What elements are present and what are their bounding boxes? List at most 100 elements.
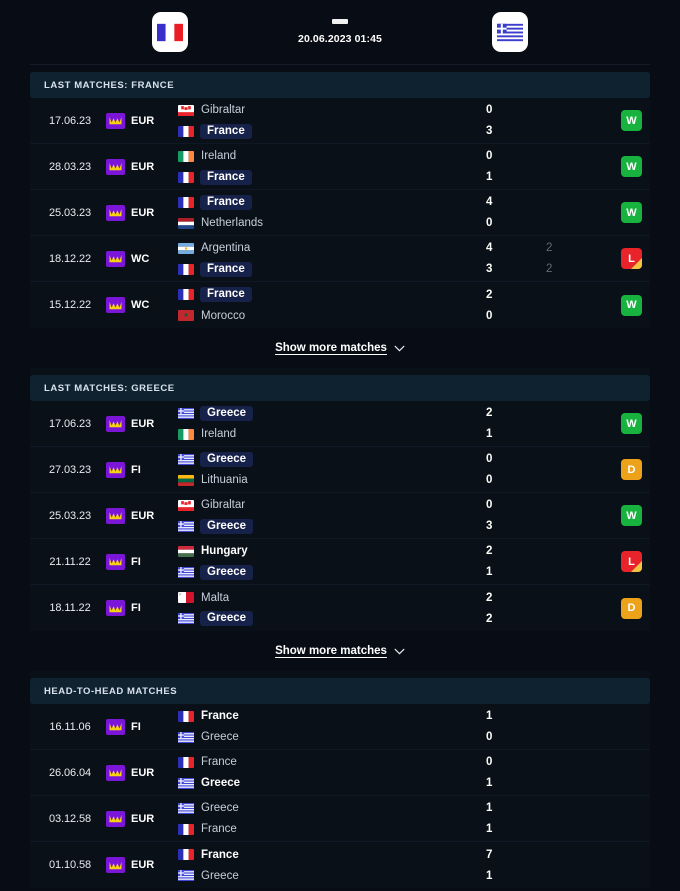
- away-team-line[interactable]: Morocco: [178, 308, 486, 323]
- match-competition[interactable]: EUR: [106, 507, 172, 524]
- greece-flag-icon: [178, 613, 194, 624]
- away-team-line[interactable]: Greece: [178, 868, 486, 883]
- home-team-line[interactable]: France: [178, 847, 486, 862]
- away-team-line[interactable]: France: [178, 123, 486, 139]
- home-team-name: Greece: [200, 405, 254, 421]
- away-team-line[interactable]: Greece: [178, 776, 486, 791]
- match-penalty-scores: [546, 452, 602, 488]
- away-team-line[interactable]: France: [178, 822, 486, 837]
- home-team-line[interactable]: France: [178, 709, 486, 724]
- home-team-badge[interactable]: [100, 12, 240, 52]
- away-score: 1: [486, 823, 493, 835]
- match-result: L: [602, 248, 642, 269]
- home-score: 2: [486, 288, 493, 301]
- home-score: 2: [486, 591, 493, 604]
- result-badge-l: L: [621, 551, 642, 572]
- home-score: 4: [486, 242, 493, 254]
- malta-flag-icon: [178, 592, 194, 603]
- header-divider: [30, 64, 650, 65]
- netherlands-flag-icon: [178, 217, 194, 229]
- match-penalty-scores: [546, 287, 602, 323]
- match-row[interactable]: 27.03.23 FI Greece Lithuania 0 0 D: [30, 447, 650, 493]
- match-row[interactable]: 01.10.58 EUR France Greece 7 1: [30, 842, 650, 888]
- france-flag-icon: [178, 263, 194, 275]
- result-badge-w: W: [621, 156, 642, 177]
- home-team-line[interactable]: France: [178, 194, 486, 210]
- match-row[interactable]: 21.11.22 FI Hungary Greece 2 1 L: [30, 539, 650, 585]
- home-team-line[interactable]: Hungary: [178, 544, 486, 559]
- away-score: 0: [486, 217, 493, 229]
- home-team-line[interactable]: Argentina: [178, 241, 486, 256]
- home-team-name: France: [200, 194, 252, 210]
- home-score: 0: [486, 756, 493, 768]
- home-team-line[interactable]: Greece: [178, 405, 486, 421]
- home-team-line[interactable]: Gibraltar: [178, 498, 486, 513]
- away-team-line[interactable]: Ireland: [178, 427, 486, 442]
- away-team-line[interactable]: Netherlands: [178, 216, 486, 231]
- match-competition[interactable]: WC: [106, 297, 172, 313]
- result-letter: L: [628, 555, 635, 568]
- section-title: LAST MATCHES: GREECE: [44, 382, 175, 394]
- result-letter: L: [628, 252, 635, 265]
- match-row[interactable]: 25.03.23 EUR France Netherlands 4 0 W: [30, 190, 650, 236]
- home-team-line[interactable]: Ireland: [178, 149, 486, 164]
- match-result: D: [602, 597, 642, 619]
- away-score: 1: [486, 777, 493, 789]
- away-team-line[interactable]: Greece: [178, 564, 486, 580]
- match-row[interactable]: 17.06.23 EUR Greece Ireland 2 1 W: [30, 401, 650, 447]
- away-team-line[interactable]: Greece: [178, 730, 486, 745]
- section-title: HEAD-TO-HEAD MATCHES: [44, 685, 178, 697]
- match-competition[interactable]: WC: [106, 250, 172, 267]
- match-row[interactable]: 15.12.22 WC France Morocco 2 0 W: [30, 282, 650, 328]
- match-competition[interactable]: FI: [106, 461, 172, 478]
- away-team-line[interactable]: Greece: [178, 518, 486, 534]
- match-competition[interactable]: EUR: [106, 158, 172, 175]
- home-team-line[interactable]: Gibraltar: [178, 103, 486, 118]
- france-flag-icon: [178, 823, 194, 835]
- show-more-last-matches-france[interactable]: Show more matches: [30, 328, 650, 368]
- match-competition[interactable]: EUR: [106, 810, 172, 827]
- away-team-line[interactable]: France: [178, 169, 486, 185]
- match-competition[interactable]: EUR: [106, 204, 172, 221]
- match-row[interactable]: 26.06.04 EUR France Greece 0 1: [30, 750, 650, 796]
- show-more-last-matches-greece[interactable]: Show more matches: [30, 631, 650, 671]
- match-competition[interactable]: FI: [106, 553, 172, 570]
- match-competition[interactable]: FI: [106, 718, 172, 735]
- score-separator-dash: [332, 19, 348, 24]
- home-score: 0: [486, 499, 493, 511]
- home-team-line[interactable]: Greece: [178, 801, 486, 816]
- away-team-line[interactable]: Lithuania: [178, 473, 486, 488]
- home-team-name: Gibraltar: [201, 499, 246, 511]
- competition-logo-icon: [106, 415, 125, 432]
- match-penalty-scores: [546, 847, 602, 883]
- match-competition[interactable]: EUR: [106, 415, 172, 432]
- match-competition[interactable]: EUR: [106, 112, 172, 129]
- match-row[interactable]: 17.06.23 EUR Gibraltar France 0 3 W: [30, 98, 650, 144]
- match-date: 18.11.22: [49, 602, 91, 614]
- home-team-line[interactable]: France: [178, 755, 486, 770]
- match-teams: France Greece: [172, 709, 486, 745]
- match-row[interactable]: 18.11.22 FI Malta Greece 2 2 D: [30, 585, 650, 631]
- home-team-name: Malta: [201, 591, 230, 604]
- away-team-line[interactable]: Greece: [178, 611, 486, 626]
- match-teams: Greece Ireland: [172, 405, 486, 442]
- match-competition[interactable]: EUR: [106, 764, 172, 781]
- match-row[interactable]: 28.03.23 EUR Ireland France 0 1 W: [30, 144, 650, 190]
- matches-card: LAST MATCHES: FRANCE 17.06.23 EUR Gibraltar…: [30, 72, 650, 888]
- home-team-line[interactable]: Malta: [178, 590, 486, 605]
- match-competition[interactable]: FI: [106, 600, 172, 616]
- home-team-line[interactable]: France: [178, 287, 486, 302]
- home-team-line[interactable]: Greece: [178, 451, 486, 467]
- match-row[interactable]: 25.03.23 EUR Gibraltar Greece 0 3 W: [30, 493, 650, 539]
- match-competition[interactable]: EUR: [106, 857, 172, 873]
- match-row[interactable]: 18.12.22 WC Argentina France 4 3 2 2 L: [30, 236, 650, 282]
- away-team-line[interactable]: France: [178, 261, 486, 277]
- away-penalty-score: [546, 170, 602, 185]
- match-row[interactable]: 16.11.06 FI France Greece 1 0: [30, 704, 650, 750]
- away-team-badge[interactable]: [440, 12, 580, 52]
- match-penalty-scores: [546, 755, 602, 791]
- away-penalty-score: 2: [546, 263, 553, 275]
- competition-name: EUR: [131, 206, 155, 219]
- competition-name: FI: [131, 555, 141, 568]
- match-row[interactable]: 03.12.58 EUR Greece France 1 1: [30, 796, 650, 842]
